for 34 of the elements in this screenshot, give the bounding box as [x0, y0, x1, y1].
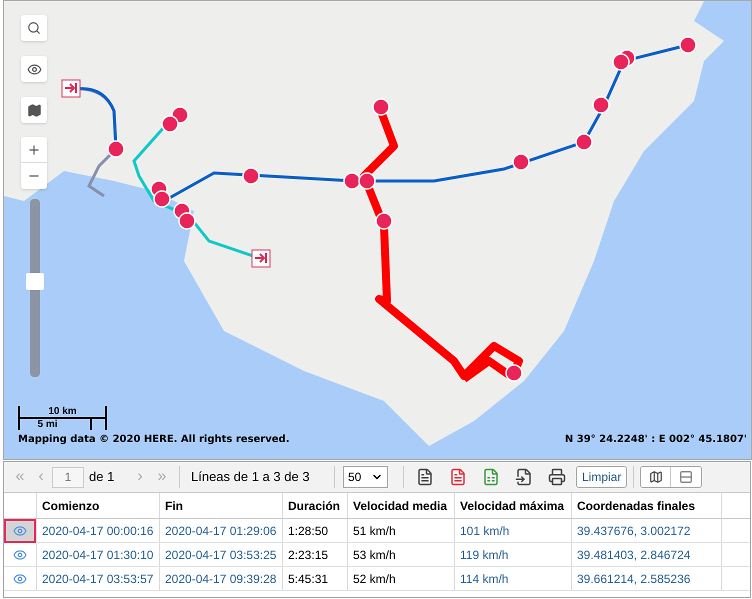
table-cell: 2020-04-17 03:53:25	[160, 543, 283, 566]
column-header[interactable]: Fin	[160, 493, 283, 518]
column-header[interactable]: Comienzo	[37, 493, 160, 518]
table-cell: 51 km/h	[348, 519, 455, 542]
table-cell: 53 km/h	[348, 543, 455, 566]
scale-km-label: 10 km	[48, 406, 77, 417]
table-cell: 101 km/h	[455, 519, 572, 542]
table-cell: 2020-04-17 01:30:10	[37, 543, 160, 566]
table-cell: 39.437676, 3.002172	[572, 519, 722, 542]
table-cell: 119 km/h	[455, 543, 572, 566]
table-cell: 52 km/h	[348, 567, 455, 590]
column-header[interactable]: Coordenadas finales	[572, 493, 722, 518]
table-cell: 1:28:50	[283, 519, 348, 542]
table-cell: 2020-04-17 03:53:57	[37, 567, 160, 590]
table-cell: 39.661214, 2.585236	[572, 567, 722, 590]
page-size-select[interactable]: 50	[343, 466, 388, 488]
table-cell: 2020-04-17 09:39:28	[160, 567, 283, 590]
map-view[interactable]: 10 km 5 mi Mapping data © 2020 HERE. All rights reserved. N 39° 24.2248' : E 002° 45.1807'	[3, 0, 752, 460]
column-header[interactable]: Duración	[283, 493, 348, 518]
table-cell: 2020-04-17 00:00:16	[37, 519, 160, 542]
column-header[interactable]: Velocidad media	[348, 493, 455, 518]
table-cell: 5:45:31	[283, 567, 348, 590]
rows-summary: Líneas de 1 a 3 de 3	[190, 468, 311, 486]
table-cell: 114 km/h	[455, 567, 572, 590]
table-cell: 2:23:15	[283, 543, 348, 566]
table-cell: 39.481403, 2.846724	[572, 543, 722, 566]
column-header[interactable]: Velocidad máxima	[455, 493, 572, 518]
scale-mi-label: 5 mi	[37, 419, 58, 430]
map-attribution: Mapping data © 2020 HERE. All rights reserved.	[18, 433, 290, 447]
table-cell: 2020-04-17 01:29:06	[160, 519, 283, 542]
page-input[interactable]: 1	[52, 466, 84, 488]
cursor-coordinates: N 39° 24.2248' : E 002° 45.1807'	[564, 433, 747, 447]
page-count: de 1	[89, 468, 116, 486]
clear-button[interactable]: Limpiar	[576, 466, 628, 488]
